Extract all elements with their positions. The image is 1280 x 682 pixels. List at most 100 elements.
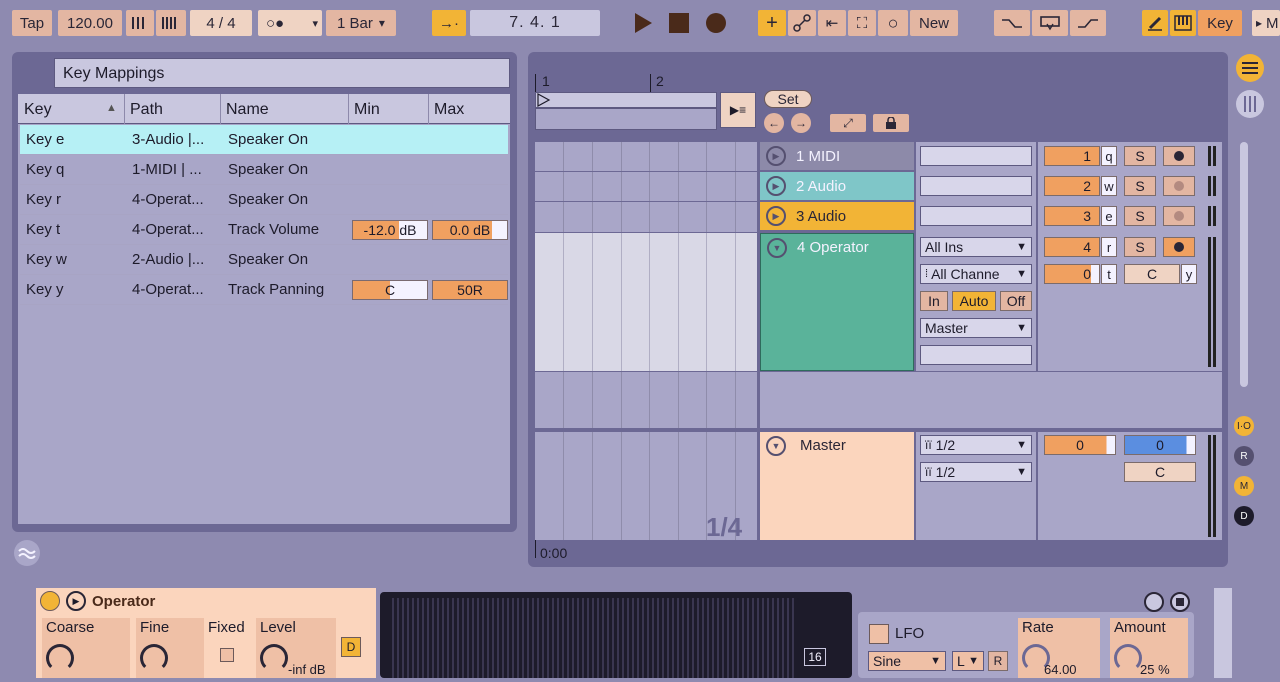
monitor-off-button[interactable]: Off <box>1000 291 1032 311</box>
fine-knob[interactable] <box>140 644 168 672</box>
level-knob[interactable] <box>260 644 288 672</box>
cue-out-dropdown[interactable]: ïï 1/2 <box>920 435 1032 455</box>
play-icon[interactable] <box>630 10 656 36</box>
arrangement-view-icon[interactable] <box>1236 90 1264 118</box>
track1-activator[interactable]: 1 <box>1044 146 1100 166</box>
lfo-wave-dropdown[interactable]: Sine <box>868 651 946 671</box>
record-icon[interactable] <box>703 10 729 36</box>
coarse-knob[interactable] <box>46 644 74 672</box>
delay-toggle-button[interactable]: D <box>1234 506 1254 526</box>
col-max[interactable]: Max <box>434 101 464 119</box>
lfo-enable-checkbox[interactable] <box>869 624 889 644</box>
track-play-icon[interactable]: ▶ <box>766 206 786 226</box>
draw-mode-icon[interactable] <box>1142 10 1168 36</box>
col-name[interactable]: Name <box>226 101 269 119</box>
table-row[interactable]: Key r 4-Operat... Speaker On <box>20 185 508 215</box>
punch-out-icon[interactable] <box>1070 10 1106 36</box>
col-min[interactable]: Min <box>354 101 380 119</box>
automation-arm-icon[interactable] <box>788 10 816 36</box>
min-value-field[interactable]: -12.0 dB <box>352 220 428 240</box>
session-record-icon[interactable]: ○ <box>878 10 908 36</box>
track2-io-field[interactable] <box>920 176 1032 196</box>
output-dropdown[interactable]: Master <box>920 318 1032 338</box>
track-play-icon[interactable]: ▶ <box>766 176 786 196</box>
io-toggle-button[interactable]: I·O <box>1234 416 1254 436</box>
arrangement-overview[interactable] <box>535 108 717 130</box>
track4-volume-field[interactable]: 0 <box>1044 264 1100 284</box>
tempo-field[interactable]: 120.00 <box>58 10 122 36</box>
capture-icon[interactable]: ⛶ <box>848 10 876 36</box>
track4-activator[interactable]: 4 <box>1044 237 1100 257</box>
master-out-dropdown[interactable]: ïï 1/2 <box>920 462 1032 482</box>
prev-locator-icon[interactable]: ← <box>764 113 784 133</box>
expand-icon[interactable]: ⤢ <box>830 114 866 132</box>
master-pan[interactable]: C <box>1124 462 1196 482</box>
track4-solo-button[interactable]: S <box>1124 237 1156 257</box>
midi-map-mode-button[interactable]: ▸ M <box>1252 10 1280 36</box>
tap-button[interactable]: Tap <box>12 10 52 36</box>
device-activator-button[interactable] <box>40 591 60 611</box>
stop-icon[interactable] <box>666 10 692 36</box>
track1-io-field[interactable] <box>920 146 1032 166</box>
input-type-dropdown[interactable]: All Ins <box>920 237 1032 257</box>
session-view-icon[interactable] <box>1236 54 1264 82</box>
loop-brace[interactable] <box>535 92 717 108</box>
table-row[interactable]: Key t 4-Operat... Track Volume -12.0 dB … <box>20 215 508 245</box>
track3-solo-button[interactable]: S <box>1124 206 1156 226</box>
min-value-field[interactable]: C <box>352 280 428 300</box>
track-fold-icon[interactable]: ▼ <box>766 436 786 456</box>
device-scroll-strip[interactable] <box>1214 588 1232 678</box>
drop-area[interactable] <box>760 372 1222 428</box>
clip-lanes-upper[interactable] <box>535 142 757 232</box>
operator-display[interactable]: 16 <box>380 592 852 678</box>
table-row[interactable]: Key q 1-MIDI | ... Speaker On <box>20 155 508 185</box>
table-row[interactable]: Key e 3-Audio |... Speaker On <box>20 125 508 155</box>
lock-icon[interactable] <box>873 114 909 132</box>
track4-monitor-icon[interactable] <box>1163 237 1195 257</box>
follow-icon[interactable]: →· <box>432 10 466 36</box>
quantize-dropdown[interactable]: 1 Bar <box>326 10 396 36</box>
track2-activator[interactable]: 2 <box>1044 176 1100 196</box>
scene-launch-icon[interactable]: ▶≡ <box>720 92 756 128</box>
nudge-up-icon[interactable] <box>156 10 186 36</box>
key-map-button[interactable]: Key <box>1198 10 1242 36</box>
track3-arm-icon[interactable] <box>1163 206 1195 226</box>
time-signature-field[interactable]: 4 / 4 <box>190 10 252 36</box>
track2-arm-icon[interactable] <box>1163 176 1195 196</box>
table-row[interactable]: Key w 2-Audio |... Speaker On <box>20 245 508 275</box>
back-to-arrangement-icon[interactable]: ⇤ <box>818 10 846 36</box>
track-play-icon[interactable]: ▶ <box>766 146 786 166</box>
mixer-toggle-button[interactable]: M <box>1234 476 1254 496</box>
device-play-icon[interactable]: ▶ <box>66 591 86 611</box>
col-path[interactable]: Path <box>130 101 163 119</box>
lfo-retrigger-button[interactable]: R <box>988 651 1008 671</box>
monitor-auto-button[interactable]: Auto <box>952 291 996 311</box>
overdub-icon[interactable]: + <box>758 10 786 36</box>
d-toggle-button[interactable]: D <box>341 637 361 657</box>
amount-knob[interactable] <box>1114 644 1142 672</box>
input-channel-dropdown[interactable]: ⁞ All Channe <box>920 264 1032 284</box>
metronome-button[interactable]: ○● ▾ <box>258 10 322 36</box>
track-header-2-audio[interactable]: ▶ 2 Audio <box>760 172 914 200</box>
output-channel-field[interactable] <box>920 345 1032 365</box>
new-button[interactable]: New <box>910 10 958 36</box>
fixed-checkbox[interactable] <box>220 648 234 662</box>
track-header-4-operator[interactable]: ▼ 4 Operator <box>760 233 914 371</box>
clip-lane-empty[interactable] <box>535 372 757 428</box>
track3-io-field[interactable] <box>920 206 1032 226</box>
track-header-1-midi[interactable]: ▶ 1 MIDI <box>760 142 914 170</box>
track3-activator[interactable]: 3 <box>1044 206 1100 226</box>
track4-pan-field[interactable]: C <box>1124 264 1180 284</box>
track-fold-icon[interactable]: ▼ <box>767 238 787 258</box>
groove-pool-icon[interactable] <box>12 538 42 568</box>
master-cue-volume[interactable]: 0 <box>1044 435 1116 455</box>
punch-in-icon[interactable] <box>994 10 1030 36</box>
track-header-3-audio[interactable]: ▶ 3 Audio <box>760 202 914 230</box>
monitor-in-button[interactable]: In <box>920 291 948 311</box>
nudge-down-icon[interactable] <box>126 10 154 36</box>
midi-map-icon[interactable] <box>1170 10 1196 36</box>
device-refresh-icon[interactable] <box>1144 592 1164 612</box>
set-locator-button[interactable]: Set <box>764 90 812 108</box>
clip-lane-operator[interactable] <box>535 233 757 371</box>
track1-monitor-icon[interactable] <box>1163 146 1195 166</box>
